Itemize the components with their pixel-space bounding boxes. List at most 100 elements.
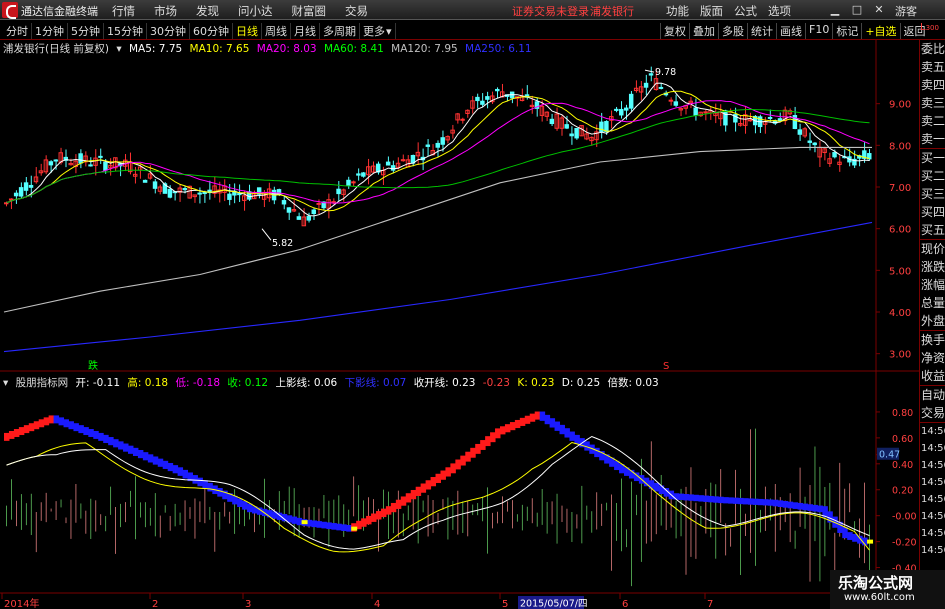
tab-period-more[interactable]: 更多▾ (360, 23, 396, 39)
quote-side-panel: 委比 卖五 卖四 卖三 卖二 卖一 买一 买二 买三 买四 买五 现价 涨跌 涨幅 总量 外盘 换手 净资收… (919, 40, 945, 609)
tab-period-multi[interactable]: 多周期 (320, 23, 360, 39)
tab-period-30min[interactable]: 30分钟 (147, 23, 190, 39)
indicator-k: K: 0.23 (517, 377, 555, 389)
menu-formula[interactable]: 公式 (734, 3, 757, 19)
side-panel-item: 买一 (921, 151, 945, 165)
trend-band-segment (177, 467, 184, 476)
trend-band-segment (594, 447, 600, 458)
indicator-lower-shadow: 下影线: 0.07 (344, 377, 407, 389)
tool-multi-stock[interactable]: 多股 (718, 23, 747, 39)
login-warning[interactable]: 证券交易未登录 (512, 3, 589, 19)
candle-body (356, 173, 361, 176)
menu-wealth[interactable]: 财富圈 (292, 3, 327, 19)
menu-discover[interactable]: 发现 (196, 3, 219, 19)
signal-marker (867, 539, 874, 544)
tool-mark[interactable]: 标记 (832, 23, 861, 39)
tool-f10[interactable]: F10 (805, 23, 832, 39)
trend-band-segment (296, 517, 303, 526)
trend-band-segment (847, 532, 853, 540)
trend-band-segment (549, 418, 556, 428)
tab-period-5min[interactable]: 5分钟 (68, 23, 104, 39)
right-menu: 功能 版面 公式 选项 (666, 3, 791, 19)
trend-band-segment (485, 436, 491, 447)
price-axis-label: 6.00 (889, 225, 911, 236)
menu-options[interactable]: 选项 (768, 3, 791, 19)
menu-quotes[interactable]: 行情 (112, 3, 135, 19)
trend-band-segment (648, 480, 655, 489)
side-panel-item: 卖四 (921, 78, 945, 92)
tab-period-monthly[interactable]: 月线 (291, 23, 320, 39)
tool-draw-line[interactable]: 画线 (776, 23, 805, 39)
trend-band-segment (713, 496, 719, 503)
tool-statistics[interactable]: 统计 (747, 23, 776, 39)
trend-band-segment (132, 447, 139, 456)
candle-body (807, 140, 812, 143)
candle-body (668, 99, 674, 102)
high-price-label: 9.78 (655, 67, 676, 78)
tab-period-1min[interactable]: 1分钟 (32, 23, 68, 39)
trend-band-segment (460, 455, 466, 466)
app-title: 通达信金融终端 (21, 5, 98, 18)
trend-band-segment (743, 498, 749, 505)
tab-period-15min[interactable]: 15分钟 (104, 23, 147, 39)
trend-band-segment (703, 495, 709, 502)
side-panel-item[interactable]: 自动 (920, 386, 945, 404)
tab-period-60min[interactable]: 60分钟 (190, 23, 233, 39)
menu-function[interactable]: 功能 (666, 3, 689, 19)
date-axis-label: 7 (707, 599, 713, 609)
side-panel-item[interactable]: 交易 (920, 404, 945, 422)
candle-body (693, 107, 698, 116)
trend-band-segment (653, 482, 660, 492)
expand-icon[interactable]: ▾ (116, 43, 121, 55)
menu-trade[interactable]: 交易 (345, 3, 368, 19)
ma120-line (3, 146, 872, 313)
trend-band-segment (757, 498, 764, 506)
menu-layout[interactable]: 版面 (700, 3, 723, 19)
trend-band-segment (321, 521, 327, 529)
tool-adjust[interactable]: 复权 (660, 23, 689, 39)
candle-body (316, 202, 321, 205)
trend-band-segment (470, 447, 476, 458)
tab-period-weekly[interactable]: 周线 (262, 23, 291, 39)
candle-body (351, 181, 356, 184)
trend-band-segment (802, 503, 809, 511)
candle-body (306, 215, 312, 221)
candle-body (475, 96, 480, 102)
trend-band-segment (405, 493, 412, 503)
trend-band-segment (410, 489, 417, 500)
trend-band-segment (311, 520, 317, 528)
menu-market[interactable]: 市场 (154, 3, 177, 19)
trend-band-segment (326, 522, 332, 530)
maximize-icon[interactable]: □ (846, 3, 868, 16)
trend-band-segment (113, 439, 119, 448)
menu-ask[interactable]: 问小达 (238, 3, 273, 19)
add-watchlist-button[interactable]: +自选 (861, 23, 899, 39)
app-logo-icon (2, 2, 18, 19)
indicator-expand-icon[interactable]: ▾ (3, 377, 8, 389)
minimize-icon[interactable]: ▁ (824, 3, 846, 16)
trend-band-segment (162, 460, 169, 469)
l-sub: 300 (925, 24, 939, 32)
stock-title: 浦发银行 (590, 5, 634, 18)
side-panel-item: 换手 (921, 333, 945, 347)
trend-band-segment (554, 421, 561, 431)
candle-body (658, 86, 664, 89)
kline-chart-area[interactable]: 9.00 8.00 7.00 6.00 5.00 4.00 3.00 9.78 5.82 跌 S 0.… (0, 40, 919, 609)
time-label: 14:56 (921, 545, 945, 556)
tab-period-minute[interactable]: 分时 (3, 23, 32, 39)
side-panel-item: 卖二 (921, 114, 945, 128)
trend-band-segment (723, 497, 729, 504)
tool-overlay[interactable]: 叠加 (689, 23, 718, 39)
candle-body (648, 73, 654, 76)
candle-body (227, 193, 232, 200)
tab-period-daily[interactable]: 日线 (233, 23, 262, 39)
indicator-axis-label: 0.60 (892, 434, 913, 445)
trend-band-segment (782, 501, 789, 508)
trend-band-segment (48, 415, 55, 424)
candle-body (569, 133, 574, 137)
trend-band-segment (812, 504, 818, 512)
trend-band-segment (490, 432, 496, 443)
guest-label[interactable]: 游客 (895, 3, 917, 19)
close-icon[interactable]: ✕ (868, 3, 890, 16)
price-axis-label: 3.00 (889, 350, 911, 361)
